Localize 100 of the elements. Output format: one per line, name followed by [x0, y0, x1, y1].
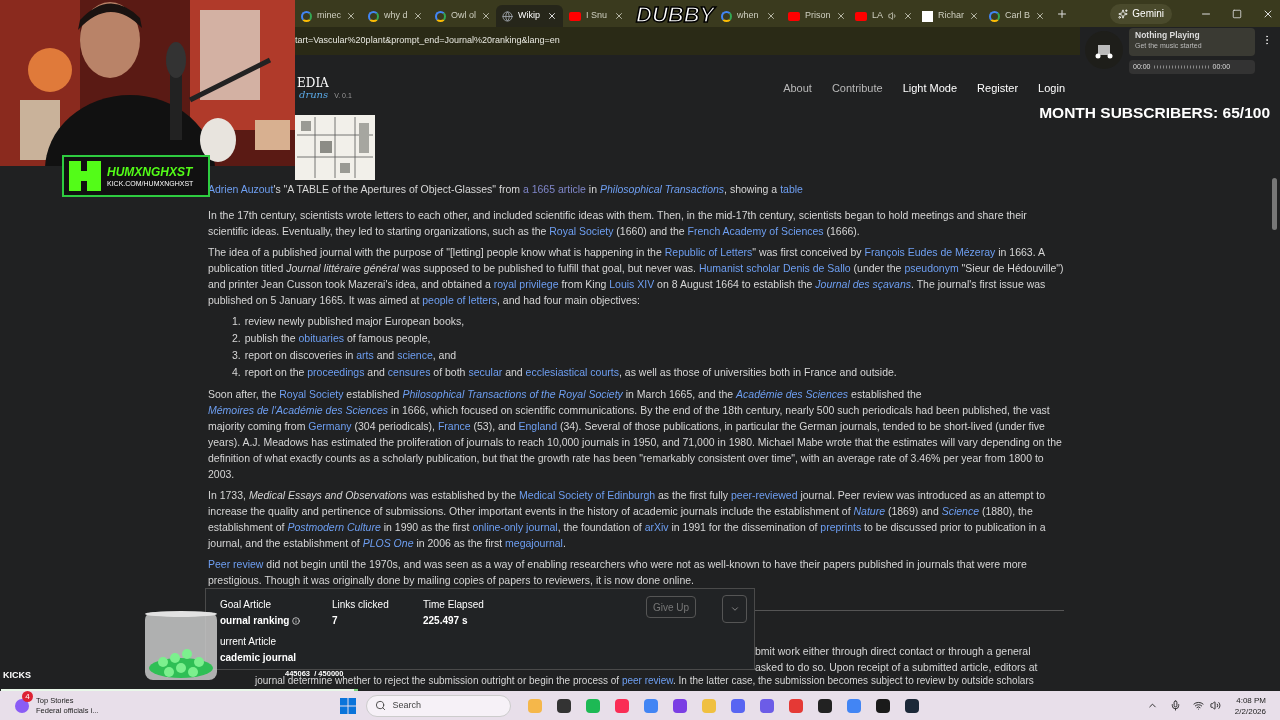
- address-bar[interactable]: tart=Vascular%20plant&prompt_end=Journal%20ranking&lang=en: [295, 27, 1080, 55]
- link[interactable]: arts: [356, 349, 374, 361]
- list-number: 1.: [232, 314, 241, 329]
- link[interactable]: censures: [387, 366, 431, 378]
- link[interactable]: proceedings: [307, 366, 365, 378]
- logo-subtitle: druns: [299, 90, 329, 100]
- paragraph: In 1733, Medical Essays and Observations was established by the Medical Society of Edinburgh as the first fully peer-reviewed journal. Peer review was introduced as an attempt to increase the quality and pertinence of submissions. Other important events in the history of academic journals include the establishment of Nature (1869) and Science (1880), the establishment of Postmodern Culture in 1990 as the first online-only journal, the foundation of arXiv in 1991 for the dissemination of preprints to be discussed prior to publication in a journal, and the establishment of PLOS One in 2006 as the first megajournal.: [208, 488, 1047, 551]
- subscriber-goal: MONTH SUBSCRIBERS: 65/100: [1039, 103, 1270, 123]
- list-item: report on the proceedings and censures of both secular and ecclesiastical courts, as well as those of universities both in France and outside.: [244, 365, 897, 380]
- site-logo[interactable]: EDIA: [297, 77, 352, 89]
- image-caption: Adrien Auzout's "A TABLE of the Apertures of Object-Glasses" from a 1665 article in Philosophical Transactions, showing a table: [208, 182, 804, 197]
- link[interactable]: Republic of Letters: [664, 246, 753, 258]
- link[interactable]: Mémoires de l'Académie des Sciences: [208, 404, 388, 416]
- browser-tab[interactable]: Carl B: [983, 5, 1050, 27]
- tab-label: Owl ol: [451, 9, 476, 23]
- text-line: bmit work either through direct contact or through a general: [755, 644, 1032, 659]
- nav-link[interactable]: Contribute: [831, 80, 883, 97]
- browser-tab[interactable]: why d: [362, 5, 429, 27]
- time-elapsed: 225.497 s: [423, 614, 469, 628]
- tab-label: why d: [384, 9, 408, 23]
- paragraph: Soon after, the Royal Society established Philosophical Transactions of the Royal Society in March 1665, and the Académie des Sciences established the Mémoires de l'Académie des Sciences in 1666, which focused on scientific communications. By the end of the 18th century, nearly 500 such periodicals had been published, the vast majority coming from Germany (304 periodicals), France (53), and England (34). Several of those publications, in particular the German journals, tended to be short-lived (under five years). A.J. Meadows has estimated the proliferation of journals to reach 10,000 journals in 1950, and 71,000 in 1980. Michael Mabe wrote that the estimates will vary depending on the definition of what exactly counts as a scholarly publication, but that the growth rate has been "remarkably consistent over time", with an average rate of 3.46% per year from 1800 to 2003.: [208, 387, 1063, 482]
- link[interactable]: PLOS One: [362, 537, 414, 549]
- list-item: report on discoveries in arts and science, and: [244, 348, 457, 363]
- link[interactable]: online-only journal: [472, 521, 558, 533]
- browser-tab[interactable]: LA: [849, 5, 916, 27]
- current-label: urrent Article: [220, 635, 278, 649]
- browser-tab[interactable]: Wikip: [496, 5, 563, 27]
- link[interactable]: ecclesiastical courts: [525, 366, 619, 378]
- links-label: Links clicked: [332, 598, 390, 612]
- browser-tab[interactable]: Owl ol: [429, 5, 496, 27]
- link[interactable]: Royal Society: [279, 388, 344, 400]
- link[interactable]: megajournal: [505, 537, 563, 549]
- link[interactable]: pseudonym: [904, 262, 959, 274]
- browser-tab[interactable]: when: [715, 5, 782, 27]
- link[interactable]: obituaries: [298, 332, 344, 344]
- link[interactable]: science: [397, 349, 433, 361]
- current-article: cademic journal: [220, 651, 298, 665]
- browser-tab[interactable]: I Snu: [563, 5, 630, 27]
- clock-time: 4:08 PM: [1236, 694, 1266, 706]
- text-line: asked to do so. Upon receipt of a submitted article, editors at: [755, 660, 1039, 675]
- tab-label: minec: [317, 9, 341, 23]
- notification-badge: 4: [22, 690, 33, 702]
- link[interactable]: Postmodern Culture: [287, 521, 381, 533]
- clock-date: 2/2/2026: [1234, 705, 1266, 717]
- list-item: review newly published major European books,: [244, 314, 465, 329]
- link[interactable]: people of letters: [422, 294, 497, 306]
- kicks-label: KICKS: [3, 670, 31, 680]
- link[interactable]: a 1665 article: [522, 183, 586, 195]
- track-title: Nothing Playing: [1135, 31, 1201, 40]
- browser-tab[interactable]: Prison: [782, 5, 849, 27]
- link[interactable]: French Academy of Sciences: [687, 225, 824, 237]
- tab-label: Richar: [938, 9, 964, 23]
- search-placeholder: Search: [392, 698, 421, 712]
- link[interactable]: Académie des Sciences: [736, 388, 849, 400]
- link[interactable]: royal privilege: [493, 278, 559, 290]
- tab-label: when: [737, 9, 759, 23]
- list-number: 4.: [232, 365, 241, 380]
- link[interactable]: Royal Society: [549, 225, 614, 237]
- nav-link[interactable]: Login: [1038, 80, 1065, 97]
- link[interactable]: Humanist scholar: [698, 262, 781, 274]
- tab-label: Prison: [805, 9, 831, 23]
- paragraph: In the 17th century, scientists wrote letters to each other, and included scientific ideas with them. Then, in the mid-17th century, scientists began to hold meetings and share their scientific ideas. Eventually, they led to starting organizations, such as the Royal Society (1660) and the French Academy of Sciences (1666).: [208, 208, 1028, 239]
- nav-link[interactable]: Light Mode: [902, 80, 958, 97]
- link[interactable]: preprints: [820, 521, 862, 533]
- paragraph: The idea of a published journal with the purpose of "[letting] people know what is happening in the Republic of Letters" was first conceived by François Eudes de Mézeray in 1663. A publication titled Journal littéraire général was supposed to be published to fulfill that goal, but never was. Humanist scholar Denis de Sallo (under the pseudonym "Sieur de Hédouville") and printer Jean Cusson took Mazerai's idea, and obtained a royal privilege from King Louis XIV on 8 August 1664 to establish the Journal des sçavans. The journal's first issue was published on 5 January 1665. It was aimed at people of letters, and had four main objectives:: [208, 245, 1064, 308]
- nav-link[interactable]: Register: [977, 80, 1019, 97]
- gemini-button[interactable]: Gemini: [1110, 3, 1172, 24]
- nav-link[interactable]: About: [783, 80, 812, 97]
- link[interactable]: Medical Society of Edinburgh: [519, 489, 656, 501]
- link[interactable]: arXiv: [644, 521, 669, 533]
- tab-label: Carl B: [1005, 9, 1030, 23]
- link[interactable]: secular: [468, 366, 503, 378]
- link[interactable]: Denis de Sallo: [782, 262, 851, 274]
- link[interactable]: peer-reviewed: [730, 489, 798, 501]
- link[interactable]: table: [780, 183, 803, 195]
- link[interactable]: Germany: [308, 420, 352, 432]
- link[interactable]: Philosophical Transactions of the Royal Society: [402, 388, 623, 400]
- link[interactable]: Nature: [853, 505, 886, 517]
- tab-label: LA: [872, 9, 883, 23]
- link[interactable]: Peer review: [208, 558, 264, 570]
- links-count: 7: [332, 614, 339, 628]
- link[interactable]: Louis XIV: [609, 278, 655, 290]
- link[interactable]: peer review: [621, 675, 673, 686]
- link[interactable]: Science: [941, 505, 979, 517]
- link[interactable]: England: [518, 420, 558, 432]
- search-field[interactable]: Search: [366, 694, 512, 717]
- paragraph: Peer review did not begin until the 1970s, and was seen as a way of enabling researchers who were not as well-known to have their papers published in journals that were more prestigious. Though it was originally done by mailing copies of papers to reviewers, it is now done online.: [208, 557, 1028, 588]
- streamer-name: HUMXNGHXST: [107, 165, 194, 178]
- list-number: 3.: [232, 348, 241, 363]
- url-text: tart=Vascular%20plant&prompt_end=Journal%20ranking&lang=en: [295, 34, 560, 48]
- tab-label: I Snu: [586, 9, 607, 23]
- link[interactable]: Adrien Auzout: [208, 183, 274, 195]
- browser-tab[interactable]: minec: [295, 5, 362, 27]
- tab-label: Wikip: [518, 9, 540, 23]
- browser-tab[interactable]: Richar: [916, 5, 983, 27]
- link[interactable]: François Eudes de Mézeray: [864, 246, 996, 258]
- time-label: Time Elapsed: [423, 598, 484, 612]
- goal-label: Goal Article: [220, 598, 273, 612]
- goal-article: ournal ranking: [220, 614, 290, 628]
- link[interactable]: France: [437, 420, 471, 432]
